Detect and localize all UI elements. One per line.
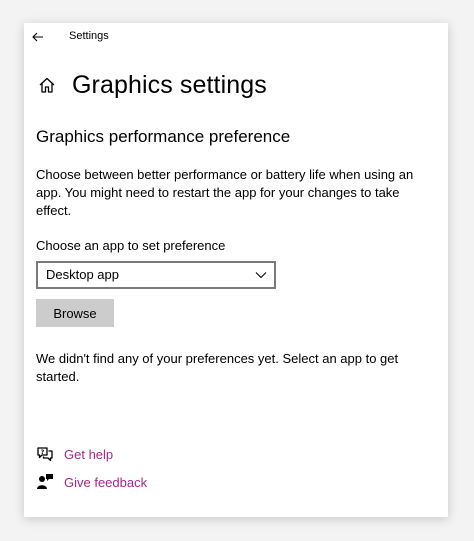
title-bar: Settings <box>24 23 448 51</box>
app-type-selected-value: Desktop app <box>46 267 119 282</box>
page-header: Graphics settings <box>36 67 267 103</box>
section-title: Graphics performance preference <box>36 127 291 146</box>
home-icon <box>36 74 58 96</box>
empty-preferences-message: We didn't find any of your preferences y… <box>36 351 399 384</box>
window-title: Settings <box>69 30 109 42</box>
help-chat-icon: ? <box>36 445 54 463</box>
settings-window: Settings Graphics settings Graphics perf… <box>24 23 448 517</box>
give-feedback-link-text: Give feedback <box>64 474 148 490</box>
give-feedback-link[interactable]: Give feedback <box>36 472 147 492</box>
back-arrow-icon <box>32 32 43 42</box>
browse-button[interactable]: Browse <box>36 299 114 327</box>
svg-text:?: ? <box>41 449 45 456</box>
page-title: Graphics settings <box>72 70 267 99</box>
get-help-link[interactable]: ? Get help <box>36 444 113 464</box>
section-description: Choose between better performance or bat… <box>36 167 414 218</box>
feedback-person-icon <box>36 473 54 491</box>
chevron-down-icon <box>255 272 267 279</box>
app-type-label: Choose an app to set preference <box>36 238 226 253</box>
get-help-link-text: Get help <box>64 446 114 462</box>
back-button[interactable] <box>28 27 48 47</box>
app-type-dropdown[interactable]: Desktop app <box>36 261 276 289</box>
